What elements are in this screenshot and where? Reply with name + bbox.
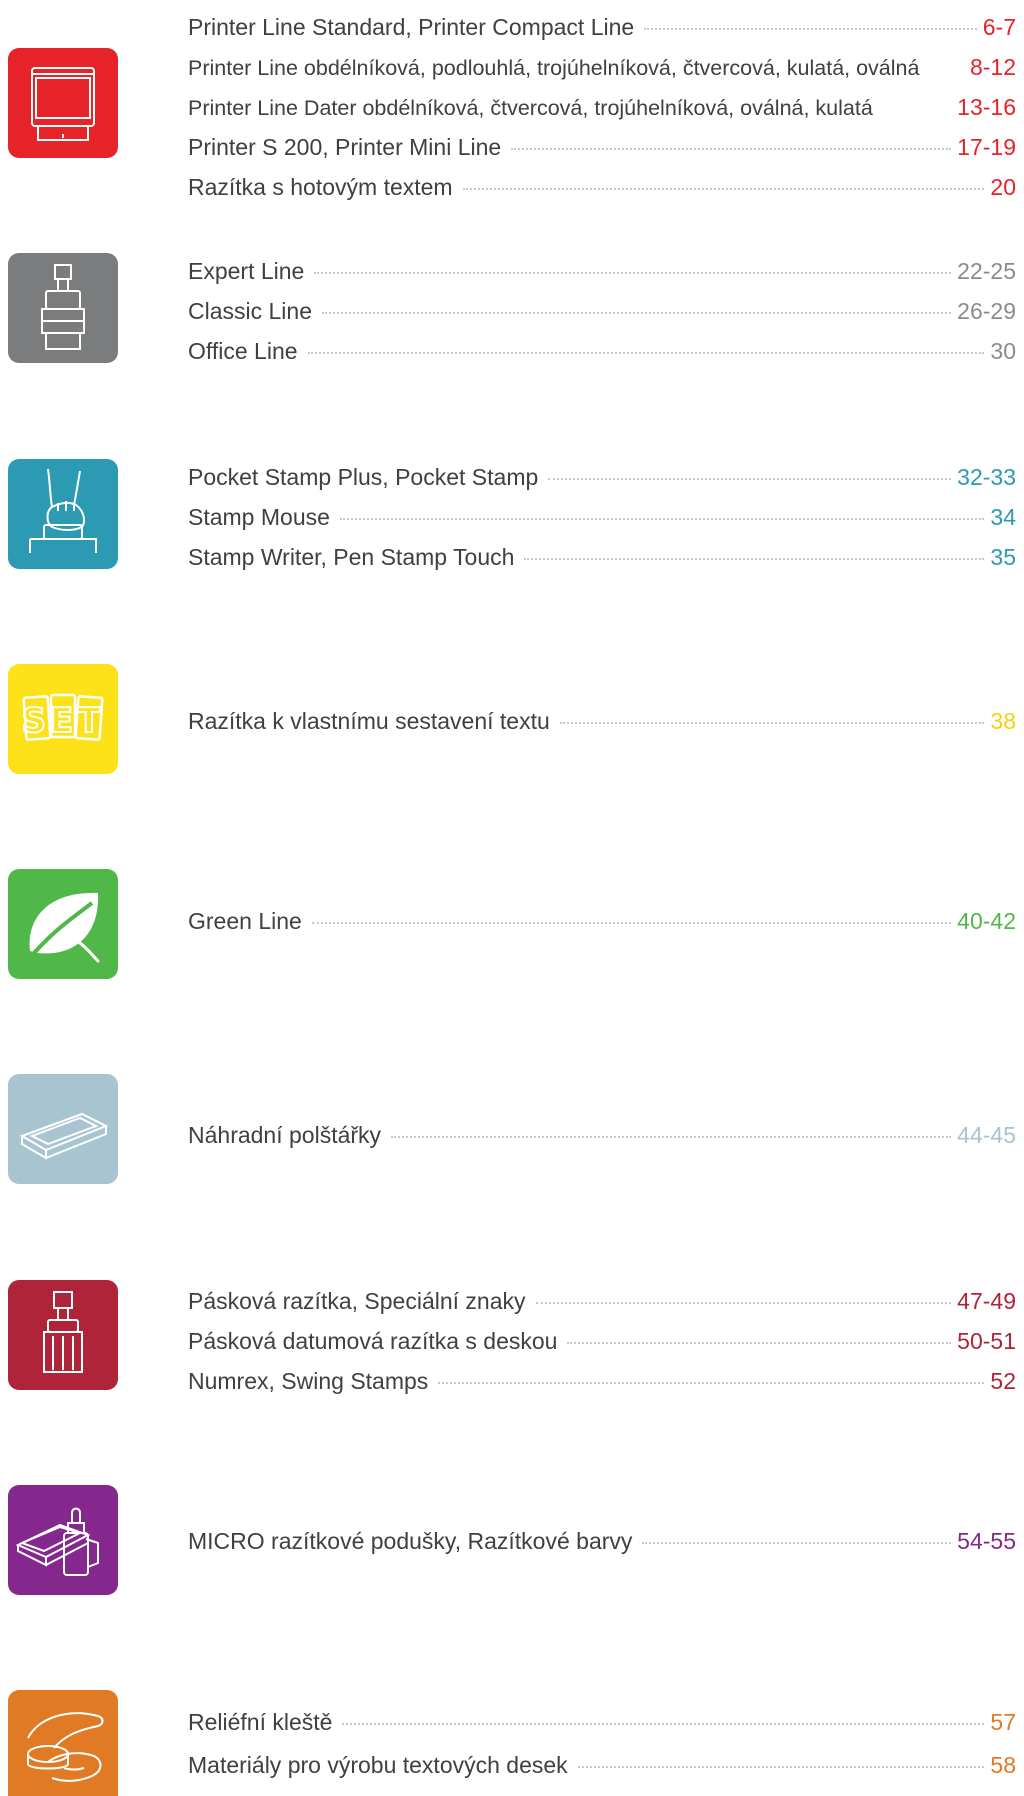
entry-label: Náhradní polštářky (188, 1122, 382, 1148)
dot-leader (511, 148, 952, 150)
toc-entry[interactable]: MICRO razítkové podušky, Razítkové barvy… (188, 1525, 1016, 1557)
dot-leader (391, 1136, 952, 1138)
entry-label: Pocket Stamp Plus, Pocket Stamp (188, 464, 539, 490)
stamp-pad-ink-icon[interactable] (8, 1485, 118, 1595)
entry-label: Pásková razítka, Speciální znaky (188, 1288, 526, 1314)
toc-entry[interactable]: Reliéfní kleště 57 (188, 1706, 1016, 1738)
entry-page: 40-42 (957, 908, 1016, 934)
toc-entry[interactable]: Green Line 40-42 (188, 905, 1016, 937)
metal-stamp-icon[interactable] (8, 253, 118, 363)
dot-leader (524, 558, 985, 560)
entry-label: Pásková datumová razítka s deskou (188, 1328, 558, 1354)
embosser-icon[interactable] (8, 1690, 118, 1796)
dot-leader (535, 1302, 952, 1304)
set-icon[interactable]: SET (8, 664, 118, 774)
entry-page: 8-12 (969, 54, 1016, 80)
entry-label: Razítka k vlastnímu sestavení textu (188, 708, 550, 734)
toc-entry[interactable]: Pocket Stamp Plus, Pocket Stamp 32-33 (188, 461, 1016, 493)
toc-entry[interactable]: Expert Line 22-25 (188, 255, 1016, 287)
dot-leader (644, 28, 977, 30)
toc-entry[interactable]: Numrex, Swing Stamps 52 (188, 1365, 1016, 1397)
entry-label: Printer S 200, Printer Mini Line (188, 134, 502, 160)
dot-leader (548, 478, 952, 480)
entry-page: 58 (990, 1752, 1016, 1778)
entry-label: Printer Line Standard, Printer Compact L… (188, 14, 635, 40)
toc-entry[interactable]: Printer S 200, Printer Mini Line 17-19 (188, 131, 1016, 163)
toc-entry[interactable]: Razítka s hotovým textem 20 (188, 171, 1016, 203)
leaf-icon[interactable] (8, 869, 118, 979)
entry-page: 6-7 (982, 14, 1016, 40)
dot-leader (559, 722, 985, 724)
entry-label: Materiály pro výrobu textových desek (188, 1752, 568, 1778)
entry-page: 57 (990, 1709, 1016, 1735)
entry-page: 52 (990, 1368, 1016, 1394)
toc-entry[interactable]: Materiály pro výrobu textových desek 58 (188, 1749, 1016, 1781)
entry-page: 32-33 (957, 464, 1016, 490)
toc-entry[interactable]: Pásková datumová razítka s deskou 50-51 (188, 1325, 1016, 1357)
entry-label: Expert Line (188, 258, 305, 284)
entry-label: Numrex, Swing Stamps (188, 1368, 429, 1394)
entry-label: MICRO razítkové podušky, Razítkové barvy (188, 1528, 633, 1554)
toc-entry[interactable]: Pásková razítka, Speciální znaky 47-49 (188, 1285, 1016, 1317)
entry-page: 44-45 (957, 1122, 1016, 1148)
toc-entry[interactable]: Printer Line Standard, Printer Compact L… (188, 11, 1016, 43)
entry-page: 26-29 (957, 298, 1016, 324)
entry-label: Office Line (188, 338, 298, 364)
entry-label: Classic Line (188, 298, 312, 324)
entry-label: Reliéfní kleště (188, 1709, 333, 1735)
entry-label: Razítka s hotovým textem (188, 174, 453, 200)
entry-page: 54-55 (957, 1528, 1016, 1554)
dot-leader (314, 272, 952, 274)
toc-entry[interactable]: Classic Line 26-29 (188, 295, 1016, 327)
dot-leader (342, 1723, 985, 1725)
entry-page: 30 (990, 338, 1016, 364)
toc-entry[interactable]: Printer Line obdélníková, podlouhlá, tro… (188, 51, 1016, 83)
dot-leader (322, 312, 952, 314)
entry-page: 50-51 (957, 1328, 1016, 1354)
toc-entry[interactable]: Printer Line Dater obdélníková, čtvercov… (188, 91, 1016, 123)
entry-page: 20 (990, 174, 1016, 200)
dot-leader (462, 188, 985, 190)
entry-page: 17-19 (957, 134, 1016, 160)
dot-leader (577, 1766, 985, 1768)
toc-entry[interactable]: Náhradní polštářky 44-45 (188, 1119, 1016, 1151)
entry-label: Printer Line obdélníková, podlouhlá, tro… (188, 56, 920, 80)
hand-stamp-icon[interactable] (8, 459, 118, 569)
set-icon-text: SET (22, 701, 105, 741)
entry-label: Printer Line Dater obdélníková, čtvercov… (188, 96, 873, 120)
entry-page: 34 (990, 504, 1016, 530)
dot-leader (307, 352, 985, 354)
toc-entry[interactable]: Stamp Writer, Pen Stamp Touch 35 (188, 541, 1016, 573)
band-stamp-icon[interactable] (8, 1280, 118, 1390)
entry-label: Green Line (188, 908, 302, 934)
dot-leader (438, 1382, 985, 1384)
ink-pad-icon[interactable] (8, 1074, 118, 1184)
toc-entry[interactable]: Razítka k vlastnímu sestavení textu 38 (188, 705, 1016, 737)
dot-leader (311, 922, 952, 924)
entry-label: Stamp Writer, Pen Stamp Touch (188, 544, 515, 570)
dot-leader (339, 518, 985, 520)
dot-leader (642, 1542, 952, 1544)
toc-entry[interactable]: Stamp Mouse 34 (188, 501, 1016, 533)
dot-leader (567, 1342, 952, 1344)
entry-page: 47-49 (957, 1288, 1016, 1314)
self-inking-stamp-icon[interactable] (8, 48, 118, 158)
entry-page: 38 (990, 708, 1016, 734)
toc-entry[interactable]: Office Line 30 (188, 335, 1016, 367)
entry-page: 13-16 (957, 94, 1016, 120)
entry-page: 35 (990, 544, 1016, 570)
entry-label: Stamp Mouse (188, 504, 330, 530)
entry-page: 22-25 (957, 258, 1016, 284)
